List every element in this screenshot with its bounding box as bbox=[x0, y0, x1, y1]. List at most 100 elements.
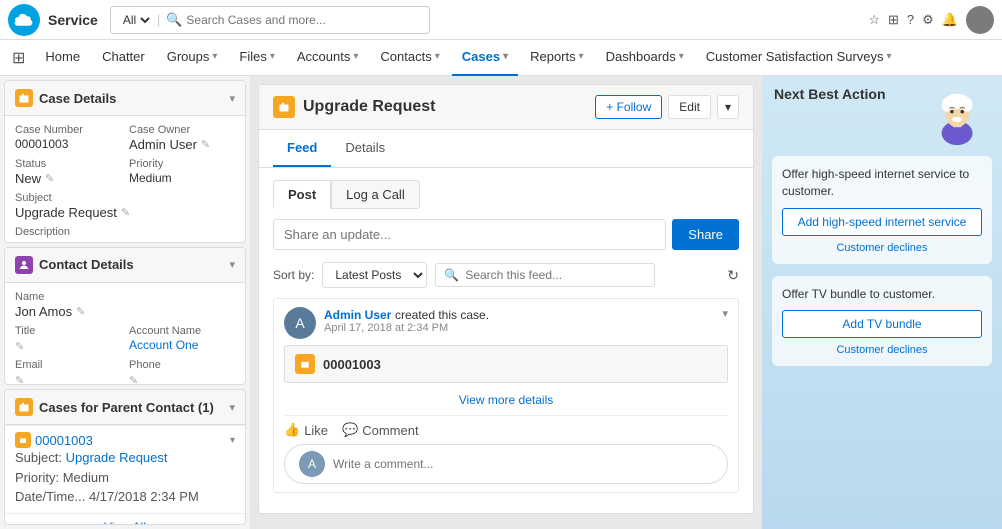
bell-icon[interactable]: 🔔 bbox=[942, 12, 958, 28]
nba-action-button-1[interactable]: Add high-speed internet service bbox=[782, 208, 982, 236]
case-number-link[interactable]: 00001003 ▾ bbox=[15, 432, 235, 448]
contact-title-field: Title ✎ bbox=[15, 325, 121, 353]
case-ref-icon bbox=[295, 354, 315, 374]
chevron-down-icon: ▾ bbox=[579, 51, 584, 62]
sidebar-item-groups[interactable]: Groups ▾ bbox=[157, 40, 228, 76]
view-more-link[interactable]: View more details bbox=[284, 389, 728, 415]
comment-button[interactable]: 💬 Comment bbox=[342, 422, 419, 438]
phone-field: Phone ✎ bbox=[129, 359, 235, 386]
refresh-icon[interactable]: ↻ bbox=[727, 267, 739, 284]
sidebar-item-customer-satisfaction[interactable]: Customer Satisfaction Surveys ▾ bbox=[696, 40, 902, 76]
email-field: Email ✎ bbox=[15, 359, 121, 386]
sidebar-item-accounts[interactable]: Accounts ▾ bbox=[287, 40, 369, 76]
nba-header: Next Best Action bbox=[762, 76, 1002, 150]
post-tab-post[interactable]: Post bbox=[273, 180, 331, 209]
cases-parent-card: Cases for Parent Contact (1) ▾ 00001003 … bbox=[4, 389, 246, 525]
star-icon[interactable]: ☆ bbox=[868, 12, 880, 28]
account-name-label: Account Name bbox=[129, 325, 235, 337]
status-label: Status bbox=[15, 158, 121, 170]
email-edit-icon[interactable]: ✎ bbox=[15, 375, 24, 386]
case-list-icon bbox=[15, 432, 31, 448]
nba-card-2: Offer TV bundle to customer. Add TV bund… bbox=[772, 276, 992, 367]
tab-details[interactable]: Details bbox=[331, 130, 399, 167]
contact-title-edit-icon[interactable]: ✎ bbox=[15, 341, 24, 353]
sort-select[interactable]: Latest Posts bbox=[322, 262, 427, 288]
description-field: Description ✎ bbox=[15, 226, 235, 243]
description-edit-icon[interactable]: ✎ bbox=[15, 240, 235, 243]
sidebar-item-cases[interactable]: Cases ▾ bbox=[452, 40, 518, 76]
nba-decline-link-1[interactable]: Customer declines bbox=[782, 242, 982, 254]
case-list-chevron[interactable]: ▾ bbox=[230, 435, 235, 446]
view-all-button[interactable]: View All bbox=[5, 513, 245, 525]
sidebar-item-contacts[interactable]: Contacts ▾ bbox=[370, 40, 449, 76]
comment-row: A bbox=[284, 444, 728, 484]
sidebar-item-home[interactable]: Home bbox=[35, 40, 90, 76]
search-feed-input[interactable] bbox=[465, 268, 646, 282]
user-avatar[interactable] bbox=[966, 6, 994, 34]
case-owner-label: Case Owner bbox=[129, 124, 235, 136]
top-bar: Service All | 🔍 ☆ ⊞ ? ⚙ 🔔 bbox=[0, 0, 1002, 40]
contact-name-label: Name bbox=[15, 291, 235, 303]
feed-item-chevron[interactable]: ▾ bbox=[722, 307, 728, 320]
feed-avatar: A bbox=[284, 307, 316, 339]
app-name: Service bbox=[48, 12, 98, 28]
right-panel: Next Best Action bbox=[762, 76, 1002, 529]
gear-icon[interactable]: ⚙ bbox=[922, 12, 934, 28]
sidebar-item-dashboards[interactable]: Dashboards ▾ bbox=[596, 40, 694, 76]
comment-icon: 💬 bbox=[342, 422, 358, 438]
nba-action-button-2[interactable]: Add TV bundle bbox=[782, 310, 982, 338]
top-right-icons: ☆ ⊞ ? ⚙ 🔔 bbox=[868, 6, 994, 34]
email-phone-row: Email ✎ Phone ✎ bbox=[15, 359, 235, 386]
subject-edit-icon[interactable]: ✎ bbox=[121, 206, 130, 219]
chevron-down-icon: ▾ bbox=[353, 51, 358, 62]
search-scope-select[interactable]: All bbox=[119, 12, 153, 28]
nba-card-1: Offer high-speed internet service to cus… bbox=[772, 156, 992, 264]
header-actions: + Follow Edit ▾ bbox=[595, 95, 739, 119]
subject-value: Upgrade Request ✎ bbox=[15, 205, 235, 220]
salesforce-logo[interactable] bbox=[8, 4, 40, 36]
account-name-value[interactable]: Account One bbox=[129, 338, 235, 352]
comment-input[interactable] bbox=[333, 457, 713, 471]
case-details-title: Case Details bbox=[39, 91, 116, 106]
nba-decline-link-2[interactable]: Customer declines bbox=[782, 344, 982, 356]
cases-parent-icon bbox=[15, 398, 33, 416]
sidebar-item-chatter[interactable]: Chatter bbox=[92, 40, 155, 76]
case-owner-edit-icon[interactable]: ✎ bbox=[201, 138, 210, 151]
sidebar-item-files[interactable]: Files ▾ bbox=[229, 40, 284, 76]
share-button[interactable]: Share bbox=[672, 219, 739, 250]
contact-details-chevron[interactable]: ▾ bbox=[229, 258, 235, 271]
cases-parent-chevron[interactable]: ▾ bbox=[229, 401, 235, 414]
grid-icon[interactable]: ⊞ bbox=[12, 48, 25, 68]
case-details-card: Case Details ▾ Case Number 00001003 Case… bbox=[4, 80, 246, 243]
sidebar-item-reports[interactable]: Reports ▾ bbox=[520, 40, 594, 76]
case-number-label: Case Number bbox=[15, 124, 121, 136]
share-row: Share bbox=[273, 219, 739, 250]
search-input[interactable] bbox=[186, 13, 420, 27]
phone-edit-icon[interactable]: ✎ bbox=[129, 375, 138, 386]
more-button[interactable]: ▾ bbox=[717, 95, 739, 119]
feed-date: April 17, 2018 at 2:34 PM bbox=[324, 322, 722, 334]
search-divider: | bbox=[157, 12, 160, 27]
status-field: Status New ✎ bbox=[15, 158, 121, 186]
share-input[interactable] bbox=[273, 219, 666, 250]
case-details-chevron[interactable]: ▾ bbox=[229, 92, 235, 105]
post-tabs: Post Log a Call bbox=[273, 180, 739, 209]
feed-author[interactable]: Admin User bbox=[324, 308, 391, 322]
chevron-down-icon: ▾ bbox=[435, 51, 440, 62]
case-number-value: 00001003 bbox=[15, 137, 121, 151]
follow-button[interactable]: + Follow bbox=[595, 95, 662, 119]
case-title-icon bbox=[273, 96, 295, 118]
post-tab-log-call[interactable]: Log a Call bbox=[331, 180, 420, 209]
case-body: Post Log a Call Share Sort by: Latest Po… bbox=[259, 168, 753, 513]
edit-button[interactable]: Edit bbox=[668, 95, 711, 119]
search-icon: 🔍 bbox=[166, 12, 182, 28]
plus-icon[interactable]: ⊞ bbox=[888, 12, 899, 28]
contact-name-edit-icon[interactable]: ✎ bbox=[76, 305, 85, 318]
tab-feed[interactable]: Feed bbox=[273, 130, 331, 167]
like-button[interactable]: 👍 Like bbox=[284, 422, 328, 438]
status-edit-icon[interactable]: ✎ bbox=[45, 172, 54, 185]
priority-label: Priority bbox=[129, 158, 235, 170]
help-icon[interactable]: ? bbox=[907, 12, 914, 27]
main-nav: ⊞ Home Chatter Groups ▾ Files ▾ Accounts… bbox=[0, 40, 1002, 76]
case-number-owner-row: Case Number 00001003 Case Owner Admin Us… bbox=[15, 124, 235, 152]
